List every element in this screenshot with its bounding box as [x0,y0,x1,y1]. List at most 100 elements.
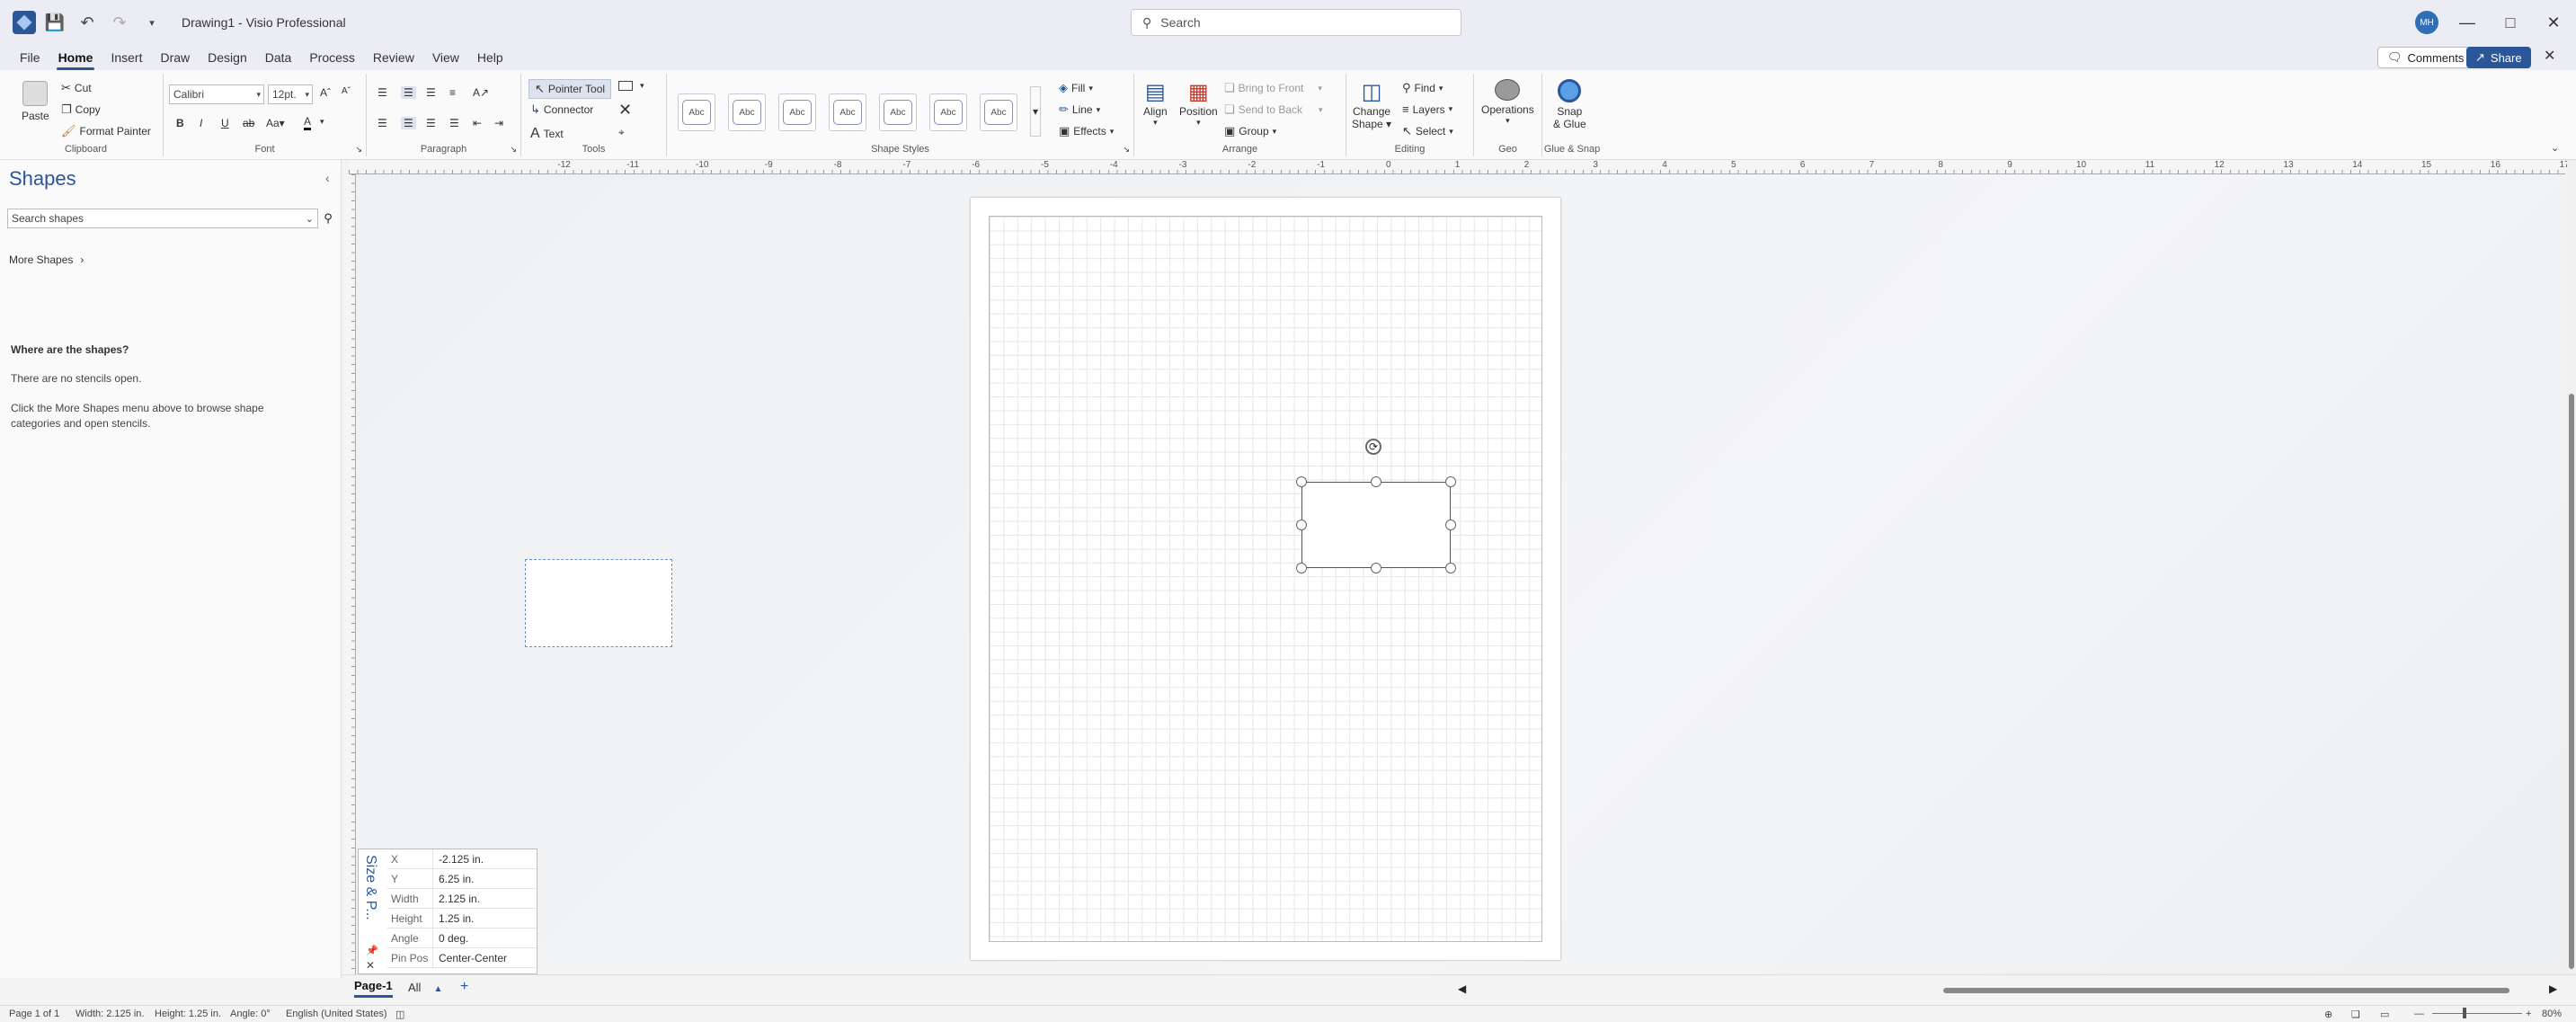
position-button[interactable]: ▦ Position ▾ [1179,79,1218,128]
text-tool-button[interactable]: A Text [530,126,564,142]
zoom-out-icon[interactable]: — [2414,1009,2424,1019]
decrease-indent-icon[interactable]: ⇤ [473,117,482,129]
customize-qat-icon[interactable]: ▾ [138,9,165,36]
avatar[interactable]: MH [2415,11,2438,34]
effects-button[interactable]: ▣ Effects ▾ [1059,124,1114,138]
pointer-tool-button[interactable]: ↖ Pointer Tool [529,79,612,99]
justify-icon[interactable]: ☰ [449,117,459,129]
operations-button[interactable]: Operations ▾ [1481,79,1534,126]
ribbon-collapse-icon[interactable]: ⌄ [2551,142,2559,154]
cut-button[interactable]: ✂ Cut [61,81,92,95]
align-bottom-icon[interactable]: ☰ [426,86,436,99]
align-top-icon[interactable]: ☰ [378,86,387,99]
switch-windows-icon[interactable]: ❏ [2351,1009,2360,1020]
drawing-page[interactable] [971,198,1560,960]
grow-font-icon[interactable]: Aˆ [320,86,331,99]
dialog-launcher-icon[interactable]: ↘ [355,145,362,155]
tab-design[interactable]: Design [199,50,256,70]
crop-tool-icon[interactable]: ⌖ [618,126,625,139]
font-size-select[interactable]: 12pt. ▾ [268,84,313,104]
horizontal-scrollbar[interactable] [1467,986,2527,995]
layers-button[interactable]: ≡ Layers ▾ [1402,102,1452,116]
shape-style-2[interactable]: Abc [728,93,766,131]
tab-file[interactable]: File [11,50,49,70]
send-to-back-button[interactable]: ❏ Send to Back ▾ [1224,102,1323,117]
sp-value-width[interactable]: 2.125 in. [432,889,537,908]
align-middle-icon[interactable]: ☰ [401,86,416,99]
align-center-icon[interactable]: ☰ [401,117,416,129]
status-language[interactable]: English (United States) [286,1009,387,1019]
rotation-handle-icon[interactable]: ⟳ [1365,439,1381,455]
italic-icon[interactable]: I [200,117,202,129]
sp-value-x[interactable]: -2.125 in. [432,849,537,868]
shape-style-6[interactable]: Abc [929,93,967,131]
bring-to-front-button[interactable]: ❏ Bring to Front ▾ [1224,81,1322,95]
search-icon[interactable]: ⚲ [318,209,338,228]
sp-value-pin-pos[interactable]: Center-Center [432,948,537,967]
paste-button[interactable]: Paste [22,81,49,122]
zoom-in-icon[interactable]: + [2526,1009,2531,1019]
resize-handle-n[interactable] [1371,476,1381,487]
fill-button[interactable]: ◈ Fill ▾ [1059,81,1093,95]
page-tab-page-1[interactable]: Page-1 [354,979,393,998]
chevron-down-icon[interactable]: ⌄ [306,213,317,225]
font-name-select[interactable]: Calibri ▾ [169,84,264,104]
tab-review[interactable]: Review [364,50,423,70]
zoom-slider-thumb[interactable] [2463,1008,2466,1018]
font-color-icon[interactable]: A [304,115,312,130]
resize-handle-s[interactable] [1371,563,1381,573]
tab-insert[interactable]: Insert [102,50,151,70]
close-icon[interactable]: ✕ [2533,0,2574,45]
shape-style-1[interactable]: Abc [678,93,715,131]
group-button[interactable]: ▣ Group ▾ [1224,124,1276,138]
undo-icon[interactable]: ↶ [74,9,101,36]
line-button[interactable]: ✏ Line ▾ [1059,102,1100,117]
search-box[interactable]: ⚲ Search [1131,9,1461,36]
resize-handle-nw[interactable] [1296,476,1307,487]
format-painter-button[interactable]: 🖌 Format Painter [61,124,151,138]
presentation-mode-icon[interactable]: ▭ [2380,1009,2389,1020]
snap-glue-button[interactable]: Snap & Glue [1553,79,1586,130]
drawing-canvas[interactable]: ⟳ [356,174,2567,974]
select-button[interactable]: ↖ Select ▾ [1402,124,1453,138]
vertical-scrollbar[interactable] [2567,160,2576,974]
horizontal-ruler[interactable]: -12 -11 -10 -9 -8 -7 -6 -5 -4 -3 -2 -1 0 1 2 3 4 5 6 7 8 9 10 1… [349,160,2570,174]
selected-rectangle-shape[interactable] [1301,482,1451,568]
tab-home[interactable]: Home [49,50,102,70]
pin-icon[interactable]: 📌 [366,945,378,956]
all-pages-tab[interactable]: All ▲ [408,981,442,994]
rectangle-tool-button[interactable]: ▾ [618,81,644,91]
dialog-launcher-icon[interactable]: ↘ [510,145,517,155]
scroll-left-icon[interactable]: ◀ [1458,982,1466,995]
sp-value-y[interactable]: 6.25 in. [432,869,537,888]
close-icon[interactable]: ✕ [366,959,375,972]
strikethrough-icon[interactable]: ab [243,117,254,129]
vertical-ruler[interactable] [342,174,356,974]
align-left-icon[interactable]: ☰ [378,117,387,129]
resize-handle-se[interactable] [1445,563,1456,573]
collapse-panel-icon[interactable]: ‹ [325,171,330,185]
scroll-right-icon[interactable]: ▶ [2549,982,2557,995]
resize-handle-sw[interactable] [1296,563,1307,573]
shape-style-3[interactable]: Abc [778,93,816,131]
tab-process[interactable]: Process [300,50,364,70]
change-case-icon[interactable]: Aa▾ [266,117,285,129]
close-ribbon-icon[interactable]: ✕ [2544,47,2555,65]
status-page[interactable]: Page 1 of 1 [9,1009,59,1019]
zoom-level[interactable]: 80% [2542,1009,2562,1019]
shrink-font-icon[interactable]: Aˇ [342,86,351,96]
zoom-slider[interactable] [2432,1013,2522,1014]
sp-value-angle[interactable]: 0 deg. [432,929,537,947]
increase-indent-icon[interactable]: ⇥ [494,117,503,129]
resize-handle-w[interactable] [1296,520,1307,530]
resize-handle-e[interactable] [1445,520,1456,530]
more-shapes-menu[interactable]: More Shapes › [9,253,84,266]
fit-page-icon[interactable]: ⊕ [2324,1009,2332,1020]
save-icon[interactable]: 💾 [41,9,68,36]
vertical-scroll-thumb[interactable] [2569,394,2574,969]
tab-draw[interactable]: Draw [151,50,199,70]
minimize-icon[interactable]: — [2447,0,2488,45]
comments-button[interactable]: 🗨 Comments [2377,47,2474,68]
underline-icon[interactable]: U [221,117,229,129]
chevron-down-icon[interactable]: ▾ [320,117,324,127]
